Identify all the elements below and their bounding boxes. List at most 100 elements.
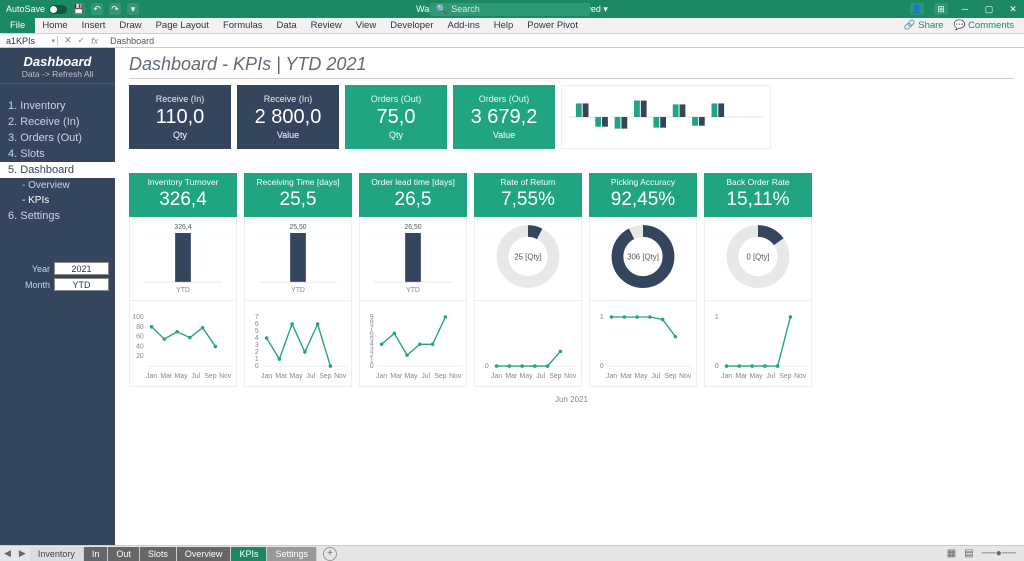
- ribbon-tab-draw[interactable]: Draw: [112, 18, 148, 33]
- kpi-card-0: Inventory Turnover326,4326,4YTD100806040…: [129, 173, 237, 387]
- ribbon-tab-developer[interactable]: Developer: [383, 18, 440, 33]
- sheet-tab-in[interactable]: In: [84, 547, 109, 561]
- svg-text:4: 4: [255, 335, 259, 342]
- svg-text:0: 0: [370, 363, 374, 370]
- view-page-icon[interactable]: ▤: [964, 548, 973, 559]
- sheet-tab-out[interactable]: Out: [108, 547, 140, 561]
- sheet-nav-next[interactable]: ▶: [15, 548, 30, 559]
- ribbon-tab-data[interactable]: Data: [270, 18, 304, 33]
- svg-text:Jul: Jul: [191, 373, 200, 380]
- svg-text:Jul: Jul: [421, 373, 430, 380]
- svg-text:Mar: Mar: [735, 373, 748, 380]
- sheet-tab-slots[interactable]: Slots: [140, 547, 177, 561]
- minimize-icon[interactable]: ─: [958, 4, 972, 14]
- svg-text:Sep: Sep: [319, 373, 331, 380]
- svg-text:5: 5: [255, 328, 259, 335]
- kpi-card-receive-value: Receive (In) 2 800,0 Value: [237, 85, 339, 149]
- kpi-card-5: Back Order Rate15,11%0 [Qty]10JanMarMayJ…: [704, 173, 812, 387]
- search-box[interactable]: 🔍 Search: [430, 3, 590, 16]
- svg-text:26,50: 26,50: [404, 224, 421, 231]
- title-bar: AutoSave 💾 ↶ ↷ ▾ Warehouse Management Sy…: [0, 0, 1024, 18]
- kpi-card-4: Picking Accuracy92,45%306 [Qty]10JanMarM…: [589, 173, 697, 387]
- add-sheet-button[interactable]: +: [323, 547, 337, 561]
- nav-settings[interactable]: 6. Settings: [0, 208, 115, 224]
- user-icon[interactable]: 👤: [910, 3, 924, 15]
- grid-icon[interactable]: ⊞: [934, 3, 948, 15]
- svg-text:1: 1: [600, 314, 604, 321]
- nav-receive[interactable]: 2. Receive (In): [0, 114, 115, 130]
- search-icon: 🔍: [436, 4, 447, 15]
- svg-text:Jul: Jul: [536, 373, 545, 380]
- svg-text:May: May: [175, 373, 189, 380]
- svg-text:Jul: Jul: [651, 373, 660, 380]
- svg-text:0 [Qty]: 0 [Qty]: [746, 252, 769, 261]
- view-normal-icon[interactable]: ▦: [947, 548, 956, 559]
- svg-text:Nov: Nov: [449, 373, 462, 380]
- ribbon-tab-review[interactable]: Review: [304, 18, 349, 33]
- svg-text:Sep: Sep: [204, 373, 216, 380]
- svg-text:0: 0: [600, 363, 604, 370]
- svg-text:2: 2: [255, 349, 259, 356]
- ribbon-tab-powerpivot[interactable]: Power Pivot: [520, 18, 585, 33]
- autosave-toggle[interactable]: AutoSave: [6, 4, 67, 14]
- name-box[interactable]: a1KPIs▾: [0, 36, 58, 46]
- ribbon-tab-addins[interactable]: Add-ins: [441, 18, 487, 33]
- kpi-card-receive-qty: Receive (In) 110,0 Qty: [129, 85, 231, 149]
- undo-icon[interactable]: ↶: [91, 3, 103, 15]
- svg-text:100: 100: [132, 314, 144, 321]
- formula-input[interactable]: Dashboard: [104, 36, 154, 46]
- svg-text:25,50: 25,50: [289, 224, 306, 231]
- nav-kpis[interactable]: - KPIs: [0, 193, 115, 208]
- nav-slots[interactable]: 4. Slots: [0, 146, 115, 162]
- nav-orders[interactable]: 3. Orders (Out): [0, 130, 115, 146]
- ribbon-tab-file[interactable]: File: [0, 18, 35, 33]
- svg-text:80: 80: [136, 324, 144, 331]
- svg-text:Jan: Jan: [721, 373, 732, 380]
- svg-text:Nov: Nov: [679, 373, 692, 380]
- ribbon-tab-help[interactable]: Help: [487, 18, 521, 33]
- svg-text:Sep: Sep: [549, 373, 561, 380]
- sheet-nav-prev[interactable]: ◀: [0, 548, 15, 559]
- svg-text:Sep: Sep: [434, 373, 446, 380]
- svg-text:YTD: YTD: [176, 287, 190, 294]
- confirm-icon[interactable]: ✓: [78, 35, 86, 46]
- kpi-card-orders-qty: Orders (Out) 75,0 Qty: [345, 85, 447, 149]
- sheet-tab-kpis[interactable]: KPIs: [231, 547, 267, 561]
- nav-inventory[interactable]: 1. Inventory: [0, 98, 115, 114]
- dropdown-icon[interactable]: ▾: [127, 3, 139, 15]
- ribbon-tab-home[interactable]: Home: [35, 18, 74, 33]
- sheet-tab-inventory[interactable]: Inventory: [30, 547, 84, 561]
- sheet-tab-overview[interactable]: Overview: [177, 547, 232, 561]
- cancel-icon[interactable]: ✕: [64, 35, 72, 46]
- sheet-tab-settings[interactable]: Settings: [267, 547, 317, 561]
- ribbon-tab-formulas[interactable]: Formulas: [216, 18, 270, 33]
- svg-text:Nov: Nov: [794, 373, 807, 380]
- save-icon[interactable]: 💾: [73, 3, 85, 15]
- nav-overview[interactable]: - Overview: [0, 178, 115, 193]
- sheet-tab-bar: ◀ ▶ InventoryInOutSlotsOverviewKPIsSetti…: [0, 545, 1024, 561]
- ribbon-tab-pagelayout[interactable]: Page Layout: [149, 18, 216, 33]
- month-label: Month: [6, 280, 50, 290]
- share-button[interactable]: 🔗 Share: [904, 20, 944, 31]
- svg-text:60: 60: [136, 334, 144, 341]
- ribbon-tab-view[interactable]: View: [349, 18, 383, 33]
- comments-button[interactable]: 💬 Comments: [954, 20, 1014, 31]
- svg-text:Mar: Mar: [160, 373, 173, 380]
- svg-text:7: 7: [255, 314, 259, 321]
- redo-icon[interactable]: ↷: [109, 3, 121, 15]
- zoom-slider[interactable]: ──●──: [982, 548, 1016, 559]
- nav-dashboard[interactable]: 5. Dashboard: [0, 162, 115, 178]
- year-label: Year: [6, 264, 50, 274]
- sidebar-title: Dashboard: [4, 54, 111, 69]
- kpi-card-orders-value: Orders (Out) 3 679,2 Value: [453, 85, 555, 149]
- svg-text:May: May: [750, 373, 764, 380]
- svg-text:6: 6: [255, 321, 259, 328]
- close-icon[interactable]: ✕: [1006, 4, 1020, 15]
- month-select[interactable]: YTD: [54, 278, 109, 291]
- sparkline-chart: [561, 85, 771, 149]
- fx-icon[interactable]: fx: [91, 36, 98, 46]
- maximize-icon[interactable]: ▢: [982, 4, 996, 15]
- year-select[interactable]: 2021: [54, 262, 109, 275]
- ribbon-tab-insert[interactable]: Insert: [75, 18, 113, 33]
- svg-text:Jul: Jul: [766, 373, 775, 380]
